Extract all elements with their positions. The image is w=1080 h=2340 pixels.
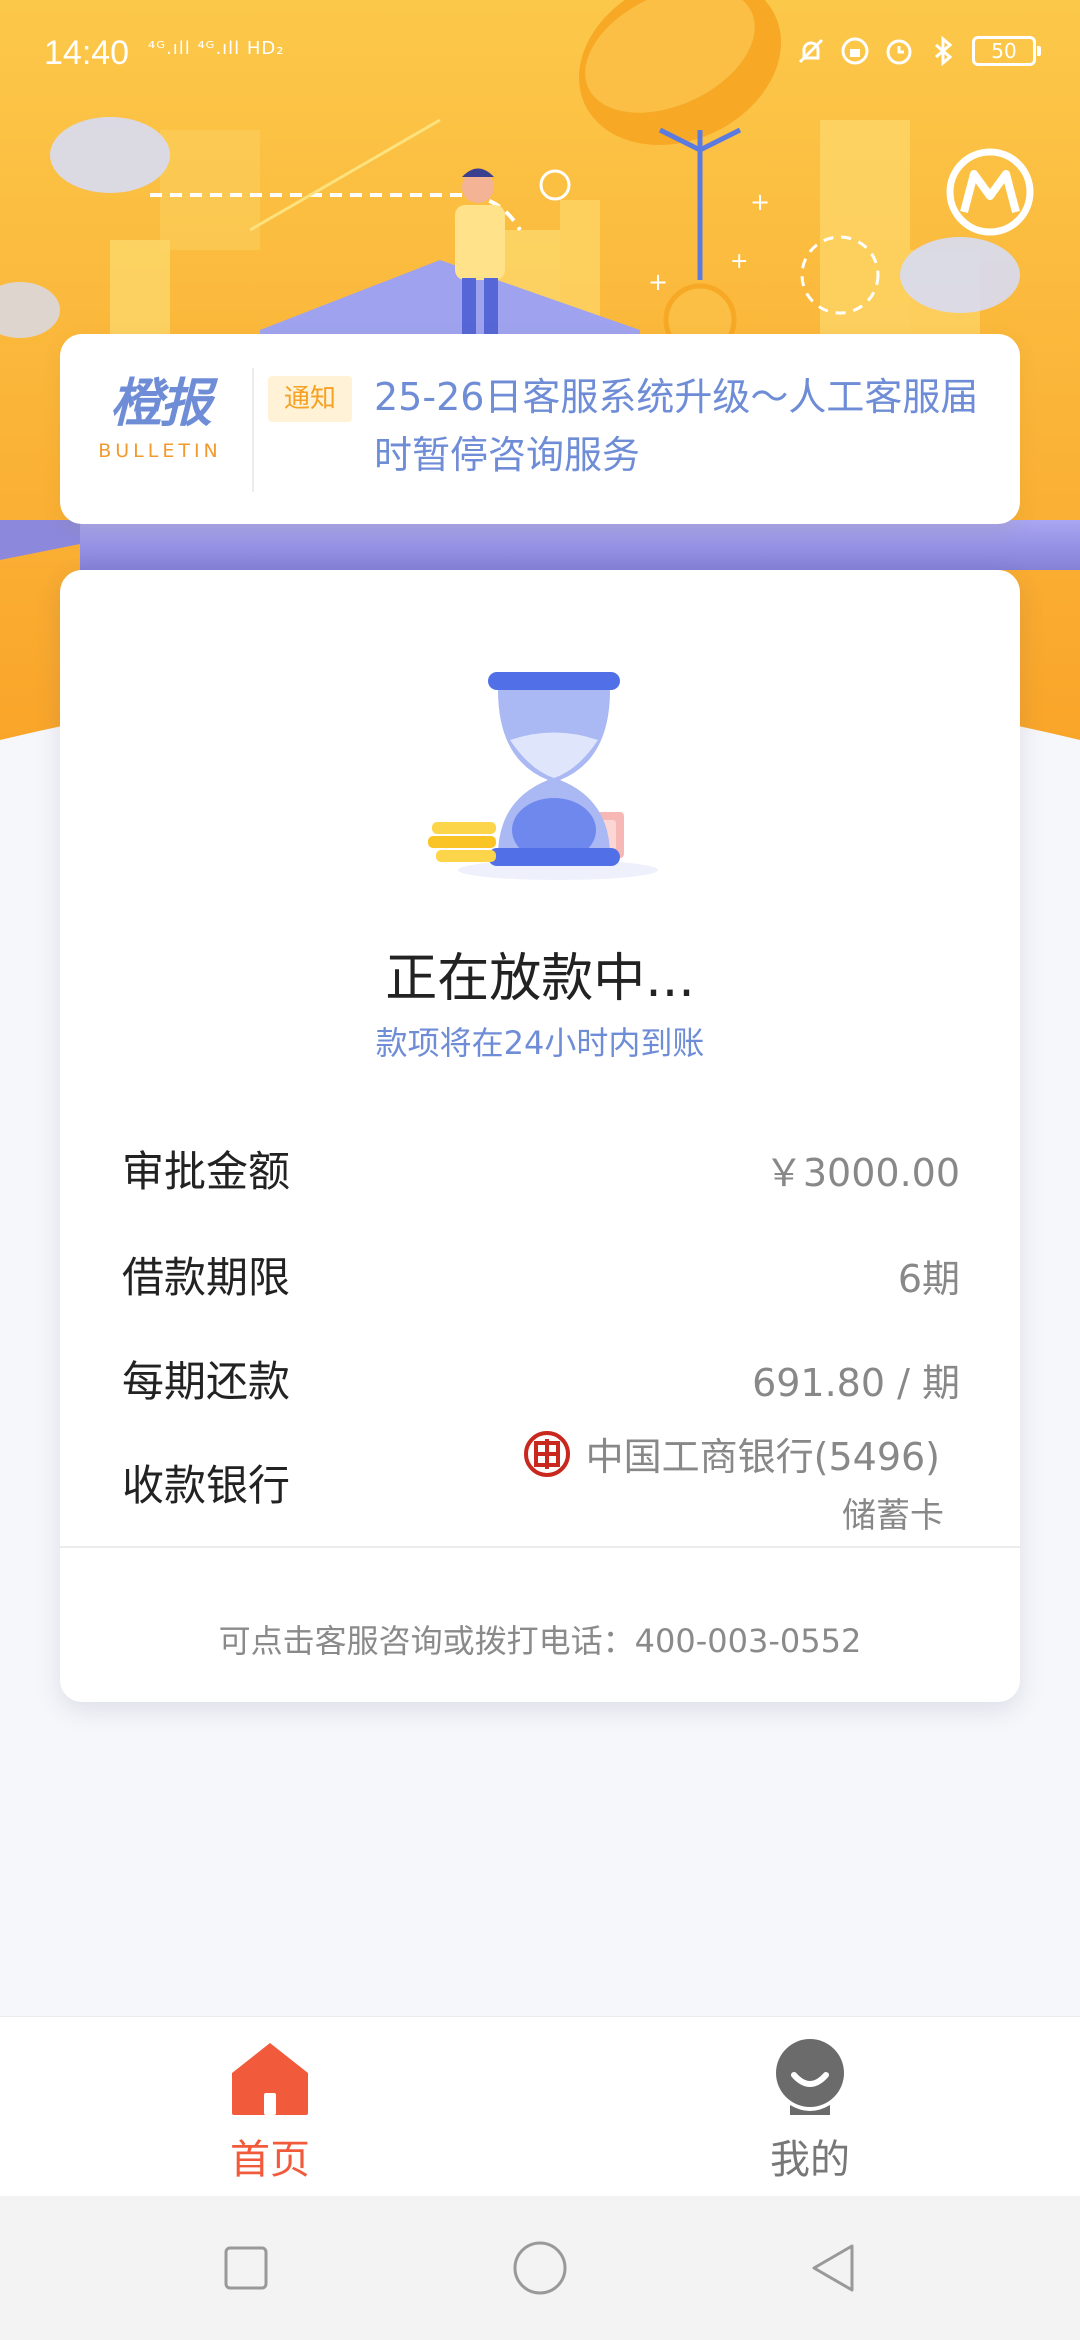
system-nav-bar [0, 2196, 1080, 2340]
app-screen: + + + 14:40 ⁴ᴳ.ıll ⁴ᴳ.ıll HD₂ 50 橙报 BULL… [0, 0, 1080, 2340]
detail-label: 借款期限 [122, 1253, 291, 1302]
notice-tag: 通知 [268, 376, 352, 422]
svg-text:+: + [730, 249, 748, 274]
alarm-icon [886, 39, 912, 65]
tab-home[interactable]: 首页 [170, 2037, 370, 2187]
detail-label: 收款银行 [122, 1461, 291, 1510]
detail-value: 691.80 / 期 [752, 1361, 960, 1405]
svg-text:+: + [750, 188, 770, 216]
loan-status-subtitle: 款项将在24小时内到账 [375, 1024, 705, 1062]
status-icons: 50 [796, 36, 1041, 66]
bulletin-text[interactable]: 25-26日客服系统升级～人工客服届时暂停咨询服务 [374, 368, 1004, 484]
detail-row-approved-amount: 审批金额 ￥3000.00 [122, 1138, 960, 1198]
bulletin-logo-subtext: BULLETIN [98, 440, 222, 462]
tab-profile[interactable]: 我的 [710, 2037, 910, 2187]
icbc-logo-icon [523, 1430, 570, 1477]
recent-apps-icon[interactable] [214, 2236, 278, 2300]
home-icon [232, 2043, 308, 2115]
customer-service-hint[interactable]: 可点击客服咨询或拨打电话：400-003-0552 [60, 1616, 1020, 1662]
back-icon[interactable] [802, 2236, 866, 2300]
bank-info: 中国工商银行(5496) [522, 1426, 940, 1481]
profile-icon [776, 2039, 844, 2115]
loan-status-title: 正在放款中... [385, 949, 695, 1009]
bluetooth-icon [935, 36, 953, 66]
card-divider [60, 1546, 1020, 1548]
lock-rotation-icon [841, 37, 869, 65]
tab-home-label: 首页 [230, 2137, 310, 2183]
status-bar: 14:40 ⁴ᴳ.ıll ⁴ᴳ.ıll HD₂ 50 [0, 0, 1080, 110]
bank-name: 中国工商银行(5496) [585, 1435, 940, 1479]
detail-row-loan-term: 借款期限 6期 [122, 1244, 960, 1304]
detail-row-installment: 每期还款 691.80 / 期 [122, 1348, 960, 1408]
detail-label: 每期还款 [122, 1357, 291, 1406]
battery-indicator: 50 [972, 36, 1041, 66]
tab-profile-label: 我的 [770, 2137, 850, 2183]
status-time: 14:40 [44, 34, 130, 72]
bottom-tab-bar: 首页 我的 [0, 2016, 1080, 2196]
brand-m-icon[interactable] [944, 146, 1036, 238]
signal-indicator: ⁴ᴳ.ıll ⁴ᴳ.ıll HD₂ [148, 38, 285, 59]
bulletin-logo-text: 橙报 [109, 374, 212, 434]
detail-label: 审批金额 [122, 1147, 291, 1196]
bulletin-logo: 橙报 BULLETIN [90, 374, 230, 462]
bank-card-type: 储蓄卡 [842, 1496, 944, 1536]
detail-value: ￥3000.00 [764, 1151, 960, 1195]
bell-muted-icon [798, 38, 824, 64]
hourglass-icon [428, 672, 658, 880]
bulletin-divider [252, 368, 254, 492]
svg-text:+: + [648, 268, 668, 296]
bulletin-notice[interactable]: 橙报 BULLETIN 通知 25-26日客服系统升级～人工客服届时暂停咨询服务 [60, 334, 1020, 524]
detail-value: 6期 [897, 1257, 960, 1301]
loan-status-card: 正在放款中... 款项将在24小时内到账 审批金额 ￥3000.00 借款期限 … [60, 570, 1020, 1702]
home-button-icon[interactable] [508, 2236, 572, 2300]
